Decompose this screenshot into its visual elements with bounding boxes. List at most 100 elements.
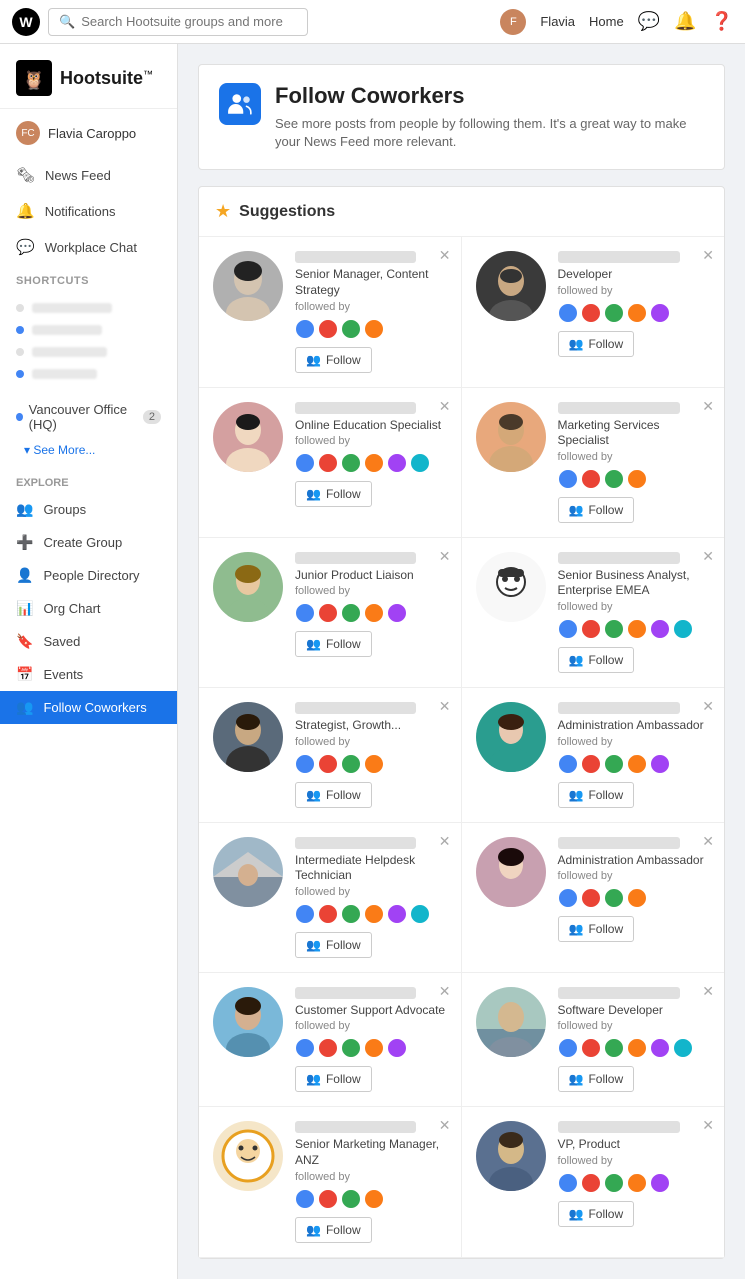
person-title: VP, Product <box>558 1137 711 1153</box>
person-avatar <box>476 251 546 321</box>
person-title: Senior Marketing Manager, ANZ <box>295 1137 447 1168</box>
follower-avatar <box>318 754 338 774</box>
close-button[interactable]: ✕ <box>439 698 451 715</box>
follower-avatar <box>364 603 384 623</box>
follower-avatar <box>295 453 315 473</box>
search-bar[interactable]: 🔍 <box>48 8 308 36</box>
search-icon: 🔍 <box>59 14 75 30</box>
close-button[interactable]: ✕ <box>439 983 451 1000</box>
person-card-inner: Senior Manager, Content Strategy followe… <box>213 251 447 372</box>
person-info: Customer Support Advocate followed by 👥 … <box>295 987 447 1093</box>
sidebar-item-follow-coworkers[interactable]: 👥 Follow Coworkers <box>0 691 177 724</box>
nav-username: Flavia <box>540 14 575 29</box>
follow-button[interactable]: 👥 Follow <box>558 497 635 523</box>
follower-avatar <box>341 1189 361 1209</box>
follow-button-label: Follow <box>326 1072 361 1086</box>
close-button[interactable]: ✕ <box>702 983 714 1000</box>
nav-home-link[interactable]: Home <box>589 14 624 29</box>
sidebar-item-groups[interactable]: 👥 Groups <box>0 493 177 526</box>
follower-avatar <box>341 1038 361 1058</box>
person-followers <box>295 1189 447 1209</box>
close-button[interactable]: ✕ <box>702 698 714 715</box>
person-card-inner: Senior Marketing Manager, ANZ followed b… <box>213 1121 447 1242</box>
sidebar-item-label: Workplace Chat <box>45 240 137 255</box>
follow-button[interactable]: 👥 Follow <box>295 631 372 657</box>
follower-avatar <box>318 1189 338 1209</box>
sidebar-item-events[interactable]: 📅 Events <box>0 658 177 691</box>
follow-button[interactable]: 👥 Follow <box>295 347 372 373</box>
person-name-blur <box>558 987 680 999</box>
sidebar-item-org-chart[interactable]: 📊 Org Chart <box>0 592 177 625</box>
help-icon[interactable]: ❓ <box>711 11 733 32</box>
follow-button[interactable]: 👥 Follow <box>558 1066 635 1092</box>
close-button[interactable]: ✕ <box>702 247 714 264</box>
follow-button[interactable]: 👥 Follow <box>558 916 635 942</box>
sidebar-item-news-feed[interactable]: 🗞 News Feed <box>0 157 177 193</box>
person-name-blur <box>558 251 680 263</box>
follow-button[interactable]: 👥 Follow <box>295 782 372 808</box>
follower-avatar <box>627 888 647 908</box>
sidebar-item-saved[interactable]: 🔖 Saved <box>0 625 177 658</box>
messages-icon[interactable]: 💬 <box>638 11 660 32</box>
follower-avatar <box>604 1038 624 1058</box>
person-card-inner: VP, Product followed by 👥 Follow <box>476 1121 711 1227</box>
person-title: Developer <box>558 267 711 283</box>
person-title: Software Developer <box>558 1003 711 1019</box>
follower-avatar <box>558 469 578 489</box>
follow-button[interactable]: 👥 Follow <box>558 331 635 357</box>
person-card-inner: Marketing Services Specialist followed b… <box>476 402 711 523</box>
person-followed-by: followed by <box>295 886 447 898</box>
follow-button-label: Follow <box>326 353 361 367</box>
close-button[interactable]: ✕ <box>439 833 451 850</box>
follow-button[interactable]: 👥 Follow <box>295 481 372 507</box>
follow-button[interactable]: 👥 Follow <box>295 1066 372 1092</box>
notifications-icon[interactable]: 🔔 <box>674 11 696 32</box>
close-button[interactable]: ✕ <box>439 247 451 264</box>
follow-button[interactable]: 👥 Follow <box>558 1201 635 1227</box>
create-group-icon: ➕ <box>16 534 33 551</box>
sidebar-office-header[interactable]: Vancouver Office (HQ) 2 <box>0 395 177 439</box>
follow-button[interactable]: 👥 Follow <box>295 1217 372 1243</box>
follower-avatar <box>650 619 670 639</box>
search-input[interactable] <box>81 14 297 29</box>
person-followed-by: followed by <box>295 1020 447 1032</box>
person-info: Administration Ambassador followed by 👥 … <box>558 702 711 808</box>
follower-avatar <box>364 904 384 924</box>
follow-button[interactable]: 👥 Follow <box>558 647 635 673</box>
person-followers <box>558 619 711 639</box>
follow-button-icon: 👥 <box>306 938 321 952</box>
follower-avatar <box>364 1038 384 1058</box>
close-button[interactable]: ✕ <box>439 548 451 565</box>
sidebar-user[interactable]: FC Flavia Caroppo <box>0 109 177 157</box>
person-card: ✕ Senior Marketing Manager, ANZ followed… <box>199 1107 462 1257</box>
news-feed-icon: 🗞 <box>16 166 35 184</box>
follow-button[interactable]: 👥 Follow <box>558 782 635 808</box>
suggestions-header: ★ Suggestions <box>199 187 724 237</box>
follower-avatar <box>627 1038 647 1058</box>
person-info: Junior Product Liaison followed by 👥 Fol… <box>295 552 447 658</box>
close-button[interactable]: ✕ <box>702 833 714 850</box>
follow-coworkers-icon <box>227 91 253 117</box>
nav-right: F Flavia Home 💬 🔔 ❓ <box>500 9 733 35</box>
person-avatar <box>213 402 283 472</box>
sidebar-see-more[interactable]: See More... <box>0 439 177 465</box>
person-info: Software Developer followed by 👥 Follow <box>558 987 711 1093</box>
workplace-logo: W <box>12 8 40 36</box>
follow-button-icon: 👥 <box>306 1223 321 1237</box>
close-button[interactable]: ✕ <box>702 1117 714 1134</box>
sidebar-item-workplace-chat[interactable]: 💬 Workplace Chat <box>0 229 177 265</box>
close-button[interactable]: ✕ <box>439 398 451 415</box>
follow-button-label: Follow <box>588 1072 623 1086</box>
follow-button-label: Follow <box>588 653 623 667</box>
close-button[interactable]: ✕ <box>702 398 714 415</box>
close-button[interactable]: ✕ <box>702 548 714 565</box>
sidebar-item-people-directory[interactable]: 👤 People Directory <box>0 559 177 592</box>
follow-button[interactable]: 👥 Follow <box>295 932 372 958</box>
person-card: ✕ Developer followed by 👥 Follow <box>462 237 725 387</box>
person-followed-by: followed by <box>558 285 711 297</box>
close-button[interactable]: ✕ <box>439 1117 451 1134</box>
person-avatar <box>213 987 283 1057</box>
follower-avatar <box>341 319 361 339</box>
sidebar-item-notifications[interactable]: 🔔 Notifications <box>0 193 177 229</box>
sidebar-item-create-group[interactable]: ➕ Create Group <box>0 526 177 559</box>
